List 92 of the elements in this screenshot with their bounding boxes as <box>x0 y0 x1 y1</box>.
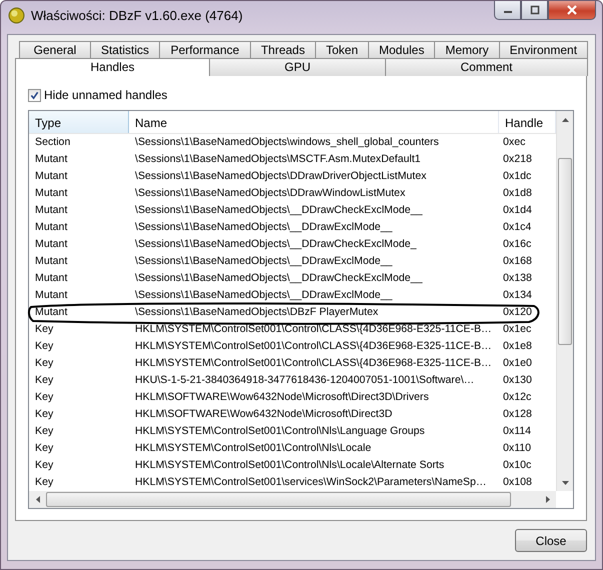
table-cell-text: 0x114 <box>502 425 532 438</box>
scroll-down-icon[interactable] <box>562 480 569 484</box>
table-cell-text: 0x138 <box>502 272 533 285</box>
app-icon <box>8 6 25 24</box>
table-cell-text: \Sessions\1\BaseNamedObjects\MSCTF.Asm.MutexDefault1 <box>134 153 422 166</box>
table-cell-text: 0x1d8 <box>502 187 533 200</box>
tab[interactable]: Modules <box>368 41 436 58</box>
table-cell-text: Mutant <box>34 170 68 183</box>
table-cell-text: Key <box>34 408 54 421</box>
table-cell-text: 0x16c <box>502 238 532 251</box>
vertical-scrollbar[interactable] <box>556 111 573 491</box>
tab[interactable]: Handles <box>15 58 210 76</box>
table-cell-text: 0x108 <box>502 476 533 489</box>
close-icon <box>566 5 578 15</box>
table-cell-text: \Sessions\1\BaseNamedObjects\__DDrawCheckExclMode__ <box>134 204 424 217</box>
table-cell-text: Section <box>34 136 72 149</box>
scroll-up-icon[interactable] <box>562 118 569 122</box>
table-cell-text: \Sessions\1\BaseNamedObjects\__DDrawCheckExclMode_ <box>134 238 418 251</box>
table-cell-text: Mutant <box>34 238 68 251</box>
table-cell-text: 0x10c <box>502 459 532 472</box>
checkbox[interactable] <box>28 88 41 102</box>
tab[interactable]: GPU <box>209 58 386 76</box>
minimize-button[interactable] <box>494 1 521 20</box>
table-cell-text: HKU\S-1-5-21-3840364918-3477618436-1204007051-1001\Software\… <box>134 374 476 387</box>
table-cell-text: Mutant <box>34 153 68 166</box>
table-cell-text: 0x1dc <box>502 170 532 183</box>
close-button[interactable] <box>548 1 596 20</box>
table-cell-text: Key <box>34 340 54 353</box>
table-cell-text: \Sessions\1\BaseNamedObjects\__DDrawExclMode__ <box>134 255 394 268</box>
table-cell-text: HKLM\SYSTEM\ControlSet001\Control\Nls\Locale\Alternate Sorts <box>134 459 446 472</box>
scroll-right-icon[interactable] <box>546 496 550 503</box>
table-cell-text: HKLM\SYSTEM\ControlSet001\Control\CLASS\{4D36E968-E325-11CE-B… <box>134 357 493 370</box>
table-cell-text: Key <box>34 391 54 404</box>
window-title: Właściwości: DBzF v1.60.exe (4764) <box>31 8 244 22</box>
table-cell-text: HKLM\SYSTEM\ControlSet001\Control\CLASS\{4D36E968-E325-11CE-B… <box>134 323 493 336</box>
checkbox-label[interactable]: Hide unnamed handles <box>44 88 168 102</box>
tab[interactable]: Memory <box>434 41 500 58</box>
table-cell-text: \Sessions\1\BaseNamedObjects\DDrawWindowListMutex <box>134 187 406 200</box>
table-cell-text: 0x12c <box>502 391 532 404</box>
tab[interactable]: Comment <box>385 58 588 76</box>
maximize-icon <box>528 5 540 15</box>
maximize-button[interactable] <box>521 1 548 20</box>
table-cell-text: Mutant <box>34 272 68 285</box>
table-cell-text: 0x1e8 <box>502 340 533 353</box>
table-cell-text: 0x1ec <box>502 323 532 336</box>
table-cell-text: HKLM\SYSTEM\ControlSet001\Control\Nls\Locale <box>134 442 372 455</box>
table-cell-text: HKLM\SOFTWARE\Wow6432Node\Microsoft\Direct3D <box>134 408 394 421</box>
tab[interactable]: Environment <box>498 41 588 58</box>
column-header[interactable]: Type <box>29 111 129 133</box>
table-cell-text: Key <box>34 476 54 489</box>
table-cell-text: HKLM\SOFTWARE\Wow6432Node\Microsoft\Direct3D\Drivers <box>134 391 430 404</box>
table-cell-text: HKLM\SYSTEM\ControlSet001\services\WinSock2\Parameters\NameSp… <box>134 476 488 489</box>
table-cell-text: \Sessions\1\BaseNamedObjects\DBzF PlayerMutex <box>134 306 380 319</box>
tab[interactable]: General <box>19 41 91 58</box>
table-cell-text: 0xec <box>502 136 526 149</box>
table-cell-text: Key <box>34 459 54 472</box>
table-cell-text: Mutant <box>34 255 68 268</box>
horizontal-scrollbar[interactable] <box>29 491 556 508</box>
tab[interactable]: Performance <box>158 41 251 58</box>
table-cell-text: 0x120 <box>502 306 533 319</box>
table-cell-text: 0x134 <box>502 289 533 302</box>
table-cell-text: 0x1c4 <box>502 221 532 234</box>
table-cell-text: \Sessions\1\BaseNamedObjects\__DDrawCheckExclMode__ <box>134 272 424 285</box>
table-cell-text: Key <box>34 442 54 455</box>
table-cell-text: \Sessions\1\BaseNamedObjects\windows_shell_global_counters <box>134 136 440 149</box>
table-cell-text: 0x168 <box>502 255 533 268</box>
tab[interactable]: Token <box>314 41 369 58</box>
table-cell-text: 0x128 <box>502 408 533 421</box>
table-cell-text: Mutant <box>34 187 68 200</box>
table-cell-text: Key <box>34 357 54 370</box>
table-cell-text: Key <box>34 374 54 387</box>
table-cell-text: HKLM\SYSTEM\ControlSet001\Control\CLASS\{4D36E968-E325-11CE-B… <box>134 340 493 353</box>
table-cell-text: Mutant <box>34 221 68 234</box>
table-cell-text: \Sessions\1\BaseNamedObjects\__DDrawExclMode__ <box>134 289 394 302</box>
table-cell-text: 0x218 <box>502 153 533 166</box>
table-cell-text: 0x110 <box>502 442 532 455</box>
table-cell-text: 0x130 <box>502 374 533 387</box>
table-cell-text: \Sessions\1\BaseNamedObjects\__DDrawExclMode__ <box>134 221 394 234</box>
table-cell-text: Mutant <box>34 204 68 217</box>
tab[interactable]: Statistics <box>90 41 160 58</box>
close-dialog-button[interactable]: Close <box>515 529 587 552</box>
table-cell-text: HKLM\SYSTEM\ControlSet001\Control\Nls\Language Groups <box>134 425 426 438</box>
tab[interactable]: Threads <box>250 41 316 58</box>
table-cell-text: 0x1e0 <box>502 357 533 370</box>
table-cell-text: 0x1d4 <box>502 204 533 217</box>
column-header[interactable]: Name <box>129 111 499 133</box>
table-cell-text: Mutant <box>34 289 68 302</box>
table-cell-text: Mutant <box>34 306 68 319</box>
table-cell-text: \Sessions\1\BaseNamedObjects\DDrawDriverObjectListMutex <box>134 170 428 183</box>
table-cell-text: Key <box>34 323 54 336</box>
scroll-left-icon[interactable] <box>36 496 40 503</box>
table-cell-text: Key <box>34 425 54 438</box>
